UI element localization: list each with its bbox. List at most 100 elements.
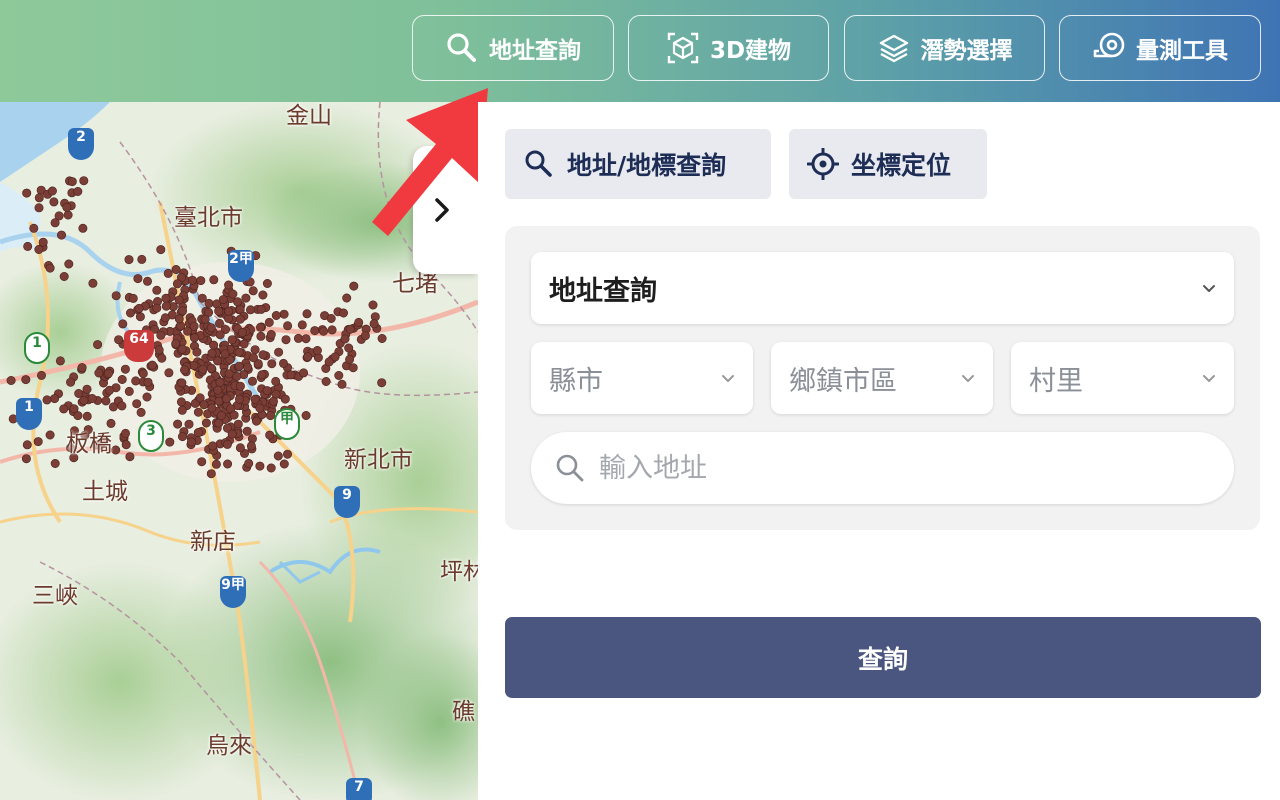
map-point[interactable] xyxy=(235,314,245,324)
map-point[interactable] xyxy=(200,314,210,324)
map-point[interactable] xyxy=(204,298,214,308)
hazard-select-button[interactable]: 潛勢選擇 xyxy=(844,15,1045,81)
map-point[interactable] xyxy=(117,401,127,411)
address-search-box[interactable] xyxy=(531,432,1234,504)
district-select[interactable]: 鄉鎮市區 xyxy=(771,342,993,414)
tab-coordinate-locate[interactable]: 坐標定位 xyxy=(789,129,987,199)
address-search-button[interactable]: 地址查詢 xyxy=(412,15,614,81)
map-point[interactable] xyxy=(198,364,208,374)
map-point[interactable] xyxy=(174,314,184,324)
map-point[interactable] xyxy=(299,368,309,378)
map-point[interactable] xyxy=(142,392,152,402)
village-select[interactable]: 村里 xyxy=(1011,342,1234,414)
map-point[interactable] xyxy=(6,375,16,385)
map-point[interactable] xyxy=(94,368,104,378)
map-point[interactable] xyxy=(77,363,87,373)
map-point[interactable] xyxy=(232,371,242,381)
map-point[interactable] xyxy=(255,403,265,413)
map-point[interactable] xyxy=(180,365,190,375)
map-point[interactable] xyxy=(78,223,88,233)
map-point[interactable] xyxy=(264,317,274,327)
map-point[interactable] xyxy=(342,293,352,303)
map-point[interactable] xyxy=(50,458,60,468)
map-point[interactable] xyxy=(147,360,157,370)
query-type-select[interactable]: 地址查詢 xyxy=(531,252,1234,324)
map-point[interactable] xyxy=(281,335,291,345)
map-point[interactable] xyxy=(171,339,181,349)
map-point[interactable] xyxy=(21,375,31,385)
map-point[interactable] xyxy=(197,457,207,467)
tab-address-landmark[interactable]: 地址/地標查詢 xyxy=(505,129,771,199)
map-point[interactable] xyxy=(256,331,266,341)
map-point[interactable] xyxy=(93,340,103,350)
map-point[interactable] xyxy=(258,290,268,300)
map-point[interactable] xyxy=(250,345,260,355)
county-select[interactable]: 縣市 xyxy=(531,342,753,414)
map-point[interactable] xyxy=(344,343,354,353)
map-point[interactable] xyxy=(268,396,278,406)
map-point[interactable] xyxy=(326,314,336,324)
map-point[interactable] xyxy=(64,259,74,269)
map-point[interactable] xyxy=(337,379,347,389)
map-point[interactable] xyxy=(187,437,197,447)
map-point[interactable] xyxy=(59,404,69,414)
map-point[interactable] xyxy=(50,218,60,228)
map-point[interactable] xyxy=(161,293,171,303)
map-point[interactable] xyxy=(286,370,296,380)
map-point[interactable] xyxy=(227,335,237,345)
map-point[interactable] xyxy=(199,400,209,410)
map-point[interactable] xyxy=(209,340,219,350)
map-point[interactable] xyxy=(174,295,184,305)
map-point[interactable] xyxy=(131,376,141,386)
map-point[interactable] xyxy=(283,321,293,331)
map-point[interactable] xyxy=(301,410,311,420)
map-point[interactable] xyxy=(88,278,98,288)
map-point[interactable] xyxy=(34,193,44,203)
map-point[interactable] xyxy=(345,354,355,364)
map-point[interactable] xyxy=(50,394,60,404)
map-point[interactable] xyxy=(29,223,39,233)
map-point[interactable] xyxy=(249,353,259,363)
map-point[interactable] xyxy=(33,437,43,447)
map-point[interactable] xyxy=(192,347,202,357)
map-point[interactable] xyxy=(271,311,281,321)
map-point[interactable] xyxy=(213,385,223,395)
map-point[interactable] xyxy=(23,241,33,251)
map-point[interactable] xyxy=(156,330,166,340)
map-point[interactable] xyxy=(38,237,48,247)
map-point[interactable] xyxy=(177,344,187,354)
map-point[interactable] xyxy=(193,427,203,437)
map-point[interactable] xyxy=(222,394,232,404)
map-point[interactable] xyxy=(243,362,253,372)
map-point[interactable] xyxy=(255,461,265,471)
map-point[interactable] xyxy=(279,309,289,319)
map-point[interactable] xyxy=(177,405,187,415)
map-point[interactable] xyxy=(348,363,358,373)
map-point[interactable] xyxy=(214,306,224,316)
3d-building-button[interactable]: 3D建物 xyxy=(628,15,829,81)
map-point[interactable] xyxy=(156,245,166,255)
map-point[interactable] xyxy=(301,334,311,344)
map-point[interactable] xyxy=(224,280,234,290)
map-point[interactable] xyxy=(377,334,387,344)
map-point[interactable] xyxy=(238,328,248,338)
map-point[interactable] xyxy=(22,440,32,450)
map-point[interactable] xyxy=(302,309,312,319)
measure-tool-button[interactable]: 量測工具 xyxy=(1059,15,1261,81)
address-input[interactable] xyxy=(599,452,1199,484)
map-point[interactable] xyxy=(124,255,134,265)
map-point[interactable] xyxy=(274,347,284,357)
map-point[interactable] xyxy=(69,404,79,414)
map-point[interactable] xyxy=(193,407,203,417)
map-point[interactable] xyxy=(163,268,173,278)
map-point[interactable] xyxy=(184,419,194,429)
map-point[interactable] xyxy=(227,429,237,439)
map-point[interactable] xyxy=(321,376,331,386)
map-point[interactable] xyxy=(334,370,344,380)
map-point[interactable] xyxy=(62,202,72,212)
map-point[interactable] xyxy=(73,187,83,197)
map-point[interactable] xyxy=(120,364,130,374)
map-point[interactable] xyxy=(224,369,234,379)
map-point[interactable] xyxy=(327,325,337,335)
map-point[interactable] xyxy=(36,370,46,380)
